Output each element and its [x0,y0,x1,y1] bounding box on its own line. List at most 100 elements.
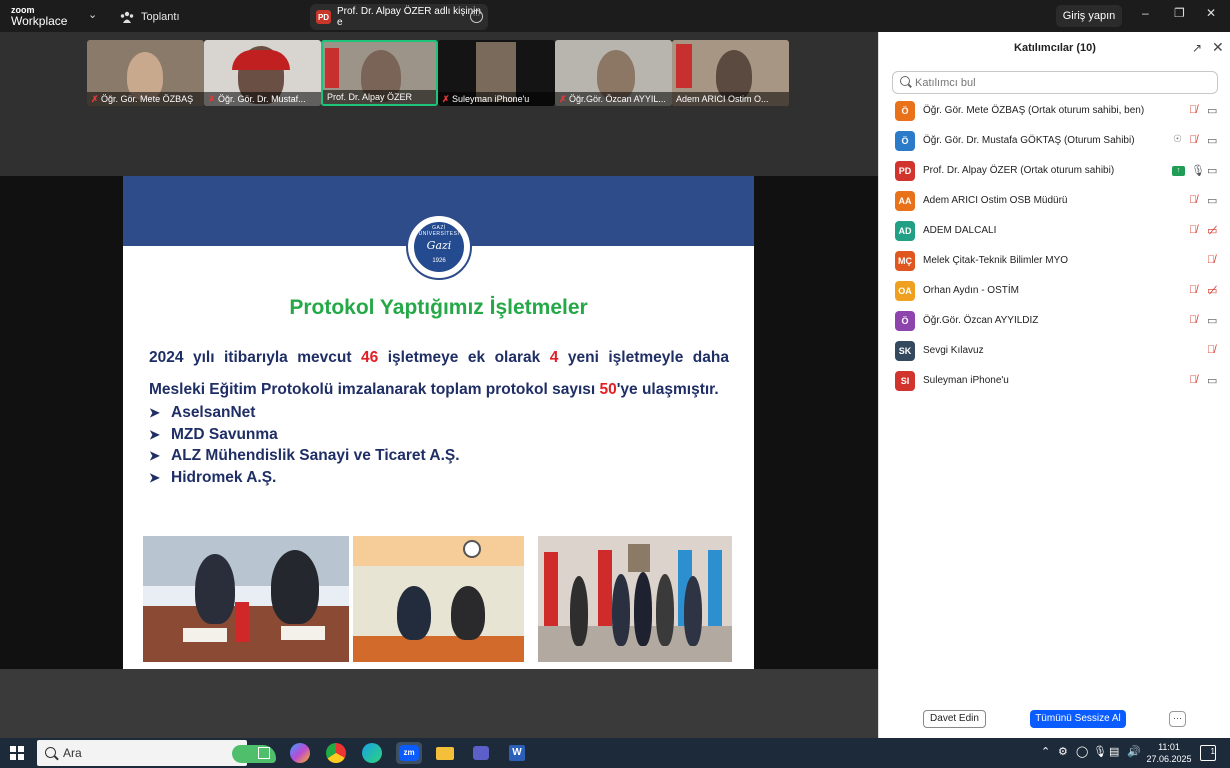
camera-icon[interactable]: ▭ [1207,134,1217,147]
chevron-up-icon[interactable]: ⌃ [1041,745,1050,758]
camera-icon[interactable]: ▭ [1207,194,1217,207]
arrow-bullet-icon: ➤ [149,469,160,485]
mic-off-icon[interactable]: 🎙̸ [1189,284,1197,296]
participant-name: Melek Çitak-Teknik Bilimler MYO [923,255,1069,266]
mic-off-icon[interactable]: 🎙̸ [1189,194,1197,206]
shared-screen: GAZİ ÜNİVERSİTESİ Gazi 1926 Protokol Yap… [0,176,878,669]
windows-taskbar: Ara zm W ⌃ ⚙ ◯ 🎙 ▤ 🔊 11:01 27.06.2025 1 [0,738,1230,768]
participant-name: Öğr.Gör. Özcan AYYILDIZ [923,315,1039,326]
mic-off-icon: ✗ [208,94,219,104]
meeting-area: ✗ Öğr. Gör. Mete ÖZBAŞ ✗ Öğr. Gör. Dr. M… [0,32,878,738]
participant-name: ADEM DALCALI [923,225,997,236]
participant-row[interactable]: OA Orhan Aydın - OSTİM 🎙̸ ▭̸ [879,276,1230,306]
more-options-button[interactable]: ··· [1169,711,1186,727]
mic-off-icon[interactable]: 🎙̸ [1189,134,1197,146]
participant-row[interactable]: AA Adem ARICI Ostim OSB Müdürü 🎙̸ ▭ [879,186,1230,216]
restore-icon[interactable]: ❐ [1174,6,1185,20]
flag-shape [676,44,692,88]
participant-name: Adem ARICI Ostim OSB Müdürü [923,195,1068,206]
taskbar-clock[interactable]: 11:01 27.06.2025 [1146,741,1192,765]
video-tile[interactable]: ✗ Suleyman iPhone'u [438,40,555,106]
seal-ring-text: GAZİ ÜNİVERSİTESİ [418,225,460,237]
camera-icon[interactable]: ▭ [1207,164,1217,177]
windows-start-icon[interactable] [10,746,24,760]
avatar: OA [895,281,915,301]
video-tile[interactable]: ✗ Öğr. Gör. Mete ÖZBAŞ [87,40,204,106]
mic-icon[interactable]: 🎙 [1191,164,1205,177]
participants-panel: Katılımcılar (10) ↗ ✕ Ö Öğr. Gör. Mete Ö… [878,32,1230,738]
participant-row[interactable]: Ö Öğr.Gör. Özcan AYYILDIZ 🎙̸ ▭ [879,306,1230,336]
microphone-icon[interactable]: 🎙 [1093,745,1107,758]
close-window-icon[interactable]: ✕ [1206,6,1216,20]
title-bar: zoom Workplace ⌄ Toplantı PD Prof. Dr. A… [0,0,1230,32]
edge-icon[interactable] [362,743,382,763]
camera-icon[interactable]: ▭ [1207,104,1217,117]
search-icon [900,76,910,86]
network-icon[interactable]: ▤ [1109,745,1119,758]
participant-row[interactable]: Ö Öğr. Gör. Mete ÖZBAŞ (Ortak oturum sah… [879,96,1230,126]
copilot-icon[interactable] [290,743,310,763]
zoom-app-icon[interactable]: zm [396,742,422,764]
meeting-tab[interactable]: Toplantı [120,7,180,27]
presentation-slide: GAZİ ÜNİVERSİTESİ Gazi 1926 Protokol Yap… [123,176,754,669]
tile-name: Prof. Dr. Alpay ÖZER [323,90,436,104]
mic-off-icon[interactable]: 🎙̸ [1189,224,1197,236]
word-icon[interactable]: W [506,742,528,764]
tile-name: ✗ Suleyman iPhone'u [438,92,555,106]
pop-out-icon[interactable]: ↗ [1192,41,1202,55]
clock-date: 27.06.2025 [1146,754,1192,764]
mic-off-icon[interactable]: 🎙̸ [1189,104,1197,116]
app-tray-icon[interactable]: ⚙ [1058,745,1068,758]
close-icon[interactable]: ✕ [1212,39,1224,56]
participant-row[interactable]: AD ADEM DALCALI 🎙̸ ▭̸ [879,216,1230,246]
mic-off-icon[interactable]: 🎙̸ [1189,314,1197,326]
avatar: AD [895,221,915,241]
avatar: SI [895,371,915,391]
video-tile[interactable]: ✗ Öğr. Gör. Dr. Mustaf... [204,40,321,106]
participant-name: Öğr. Gör. Dr. Mustafa GÖKTAŞ (Oturum Sah… [923,135,1135,146]
mute-all-button[interactable]: Tümünü Sessize Al [1030,710,1126,728]
chrome-icon[interactable] [326,743,346,763]
taskbar-search[interactable]: Ara [37,740,276,766]
arrow-bullet-icon: ➤ [149,405,160,420]
participant-row[interactable]: SI Suleyman iPhone'u 🎙̸ ▭ [879,366,1230,396]
arrow-bullet-icon: ➤ [149,426,160,442]
minimize-icon[interactable]: – [1142,6,1149,20]
seal-signature: Gazi [426,239,452,252]
camera-icon[interactable]: ▭ [1207,374,1217,387]
flag-shape [325,48,339,88]
tray-icon[interactable]: ◯ [1076,745,1088,758]
invite-button[interactable]: Davet Edin [923,710,986,728]
camera-icon[interactable]: ▭ [1207,314,1217,327]
avatar: MÇ [895,251,915,271]
mic-off-icon[interactable]: 🎙̸ [1207,254,1215,266]
camera-off-icon[interactable]: ▭̸ [1207,284,1217,297]
video-tile-active-speaker[interactable]: Prof. Dr. Alpay ÖZER [321,40,438,106]
notification-icon[interactable]: 1 [1200,745,1216,761]
file-explorer-icon[interactable] [434,742,456,764]
participant-search-input[interactable] [892,71,1218,94]
slide-paragraph: 2024 yılı itibarıyla mevcut 46 işletmeye… [149,349,729,398]
participant-row[interactable]: MÇ Melek Çitak-Teknik Bilimler MYO 🎙̸ [879,246,1230,276]
video-tile[interactable]: ✗ Öğr.Gör. Özcan AYYIL... [555,40,672,106]
mic-off-icon: ✗ [91,94,102,104]
list-item: ➤ AselsanNet [149,402,460,424]
volume-icon[interactable]: 🔊 [1127,745,1141,758]
participant-row[interactable]: Ö Öğr. Gör. Dr. Mustafa GÖKTAŞ (Oturum S… [879,126,1230,156]
participant-row[interactable]: SK Sevgi Kılavuz 🎙̸ [879,336,1230,366]
screen-share-tab[interactable]: PD Prof. Dr. Alpay ÖZER adlı kişinin e ·… [310,4,488,30]
camera-off-icon[interactable]: ▭̸ [1207,224,1217,237]
participant-row[interactable]: PD Prof. Dr. Alpay ÖZER (Ortak oturum sa… [879,156,1230,186]
mic-off-icon[interactable]: 🎙̸ [1189,374,1197,386]
tile-name: ✗ Öğr. Gör. Dr. Mustaf... [204,92,321,106]
more-options-icon[interactable]: ··· [470,10,483,23]
sign-in-button[interactable]: Giriş yapın [1056,5,1122,27]
zoom-logo[interactable]: zoom Workplace [11,5,67,27]
task-view-icon[interactable] [253,742,275,764]
video-tile[interactable]: Adem ARICI Ostim O... [672,40,789,106]
teams-icon[interactable] [470,742,492,764]
chevron-down-icon[interactable]: ⌄ [88,8,97,21]
participant-name: Orhan Aydın - OSTİM [923,285,1019,296]
notification-count: 1 [1210,747,1215,756]
mic-off-icon[interactable]: 🎙̸ [1207,344,1215,356]
